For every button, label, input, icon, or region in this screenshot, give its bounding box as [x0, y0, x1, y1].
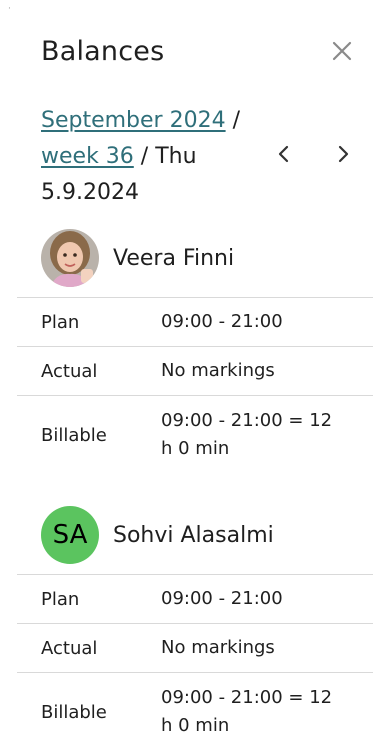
avatar	[41, 229, 99, 287]
table-row: Actual No markings	[17, 623, 373, 673]
next-day-button[interactable]	[329, 140, 357, 168]
child-photo	[41, 229, 99, 287]
corner-dot: ·	[8, 4, 11, 14]
breadcrumb: September 2024 / week 36 / Thu 5.9.2024	[41, 103, 261, 211]
table-row: Billable 09:00 - 21:00 = 12 h 0 min	[17, 672, 373, 751]
balance-table: Plan 09:00 - 21:00 Actual No markings Bi…	[17, 297, 373, 474]
row-label: Plan	[17, 574, 161, 624]
avatar: SA	[41, 506, 99, 564]
table-row: Billable 09:00 - 21:00 = 12 h 0 min	[17, 395, 373, 474]
close-icon	[332, 41, 352, 61]
child-header: SA Sohvi Alasalmi	[41, 506, 274, 564]
row-value: 09:00 - 21:00 = 12 h 0 min	[161, 672, 373, 751]
child-name: Sohvi Alasalmi	[113, 522, 274, 548]
page-title: Balances	[41, 36, 165, 67]
balance-table: Plan 09:00 - 21:00 Actual No markings Bi…	[17, 574, 373, 751]
row-value: 09:00 - 21:00 = 12 h 0 min	[161, 395, 373, 474]
previous-day-button[interactable]	[270, 140, 298, 168]
child-name: Veera Finni	[113, 245, 235, 271]
chevron-right-icon	[338, 145, 349, 163]
close-button[interactable]	[327, 36, 357, 66]
header: Balances	[41, 36, 357, 76]
row-label: Actual	[17, 346, 161, 396]
row-value: No markings	[161, 346, 373, 396]
breadcrumb-separator: /	[133, 144, 156, 169]
breadcrumb-month-link[interactable]: September 2024	[41, 108, 226, 133]
avatar-initials: SA	[52, 520, 88, 550]
row-value: 09:00 - 21:00	[161, 297, 373, 347]
row-label: Billable	[17, 672, 161, 751]
table-row: Plan 09:00 - 21:00	[17, 297, 373, 347]
chevron-left-icon	[278, 145, 289, 163]
table-row: Plan 09:00 - 21:00	[17, 574, 373, 624]
row-label: Billable	[17, 395, 161, 474]
row-value: No markings	[161, 623, 373, 673]
breadcrumb-week-link[interactable]: week 36	[41, 144, 134, 169]
table-row: Actual No markings	[17, 346, 373, 396]
row-value: 09:00 - 21:00	[161, 574, 373, 624]
child-header: Veera Finni	[41, 229, 234, 287]
breadcrumb-separator: /	[225, 108, 240, 133]
row-label: Plan	[17, 297, 161, 347]
row-label: Actual	[17, 623, 161, 673]
